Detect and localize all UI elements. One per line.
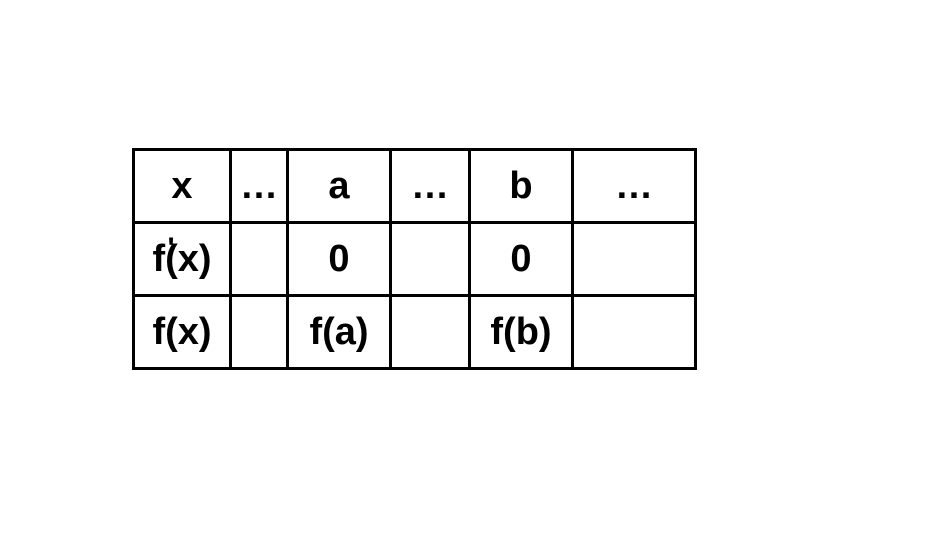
cell-fprime-a: 0 [288, 223, 391, 296]
cell-fprime-2 [391, 223, 470, 296]
table-row: f(x) 0 0 [134, 223, 696, 296]
cell-header-a: a [288, 150, 391, 223]
cell-f-a: f(a) [288, 296, 391, 369]
cell-header-dots1: … [231, 150, 288, 223]
cell-header-b: b [470, 150, 573, 223]
cell-f-3 [573, 296, 696, 369]
cell-f-1 [231, 296, 288, 369]
cell-header-dots3: … [573, 150, 696, 223]
table-row: f(x) f(a) f(b) [134, 296, 696, 369]
fprime-label-text: f(x) [152, 238, 211, 280]
table: x … a … b … f(x) 0 0 f(x) f(a) f(b) [132, 148, 697, 370]
cell-fprime-b: 0 [470, 223, 573, 296]
cell-fprime-label: f(x) [134, 223, 231, 296]
cell-f-label: f(x) [134, 296, 231, 369]
cell-fprime-1 [231, 223, 288, 296]
cell-fprime-3 [573, 223, 696, 296]
cell-header-x: x [134, 150, 231, 223]
derivative-sign-table: x … a … b … f(x) 0 0 f(x) f(a) f(b) [132, 148, 697, 370]
cell-header-dots2: … [391, 150, 470, 223]
table-row: x … a … b … [134, 150, 696, 223]
cell-f-2 [391, 296, 470, 369]
cell-f-b: f(b) [470, 296, 573, 369]
